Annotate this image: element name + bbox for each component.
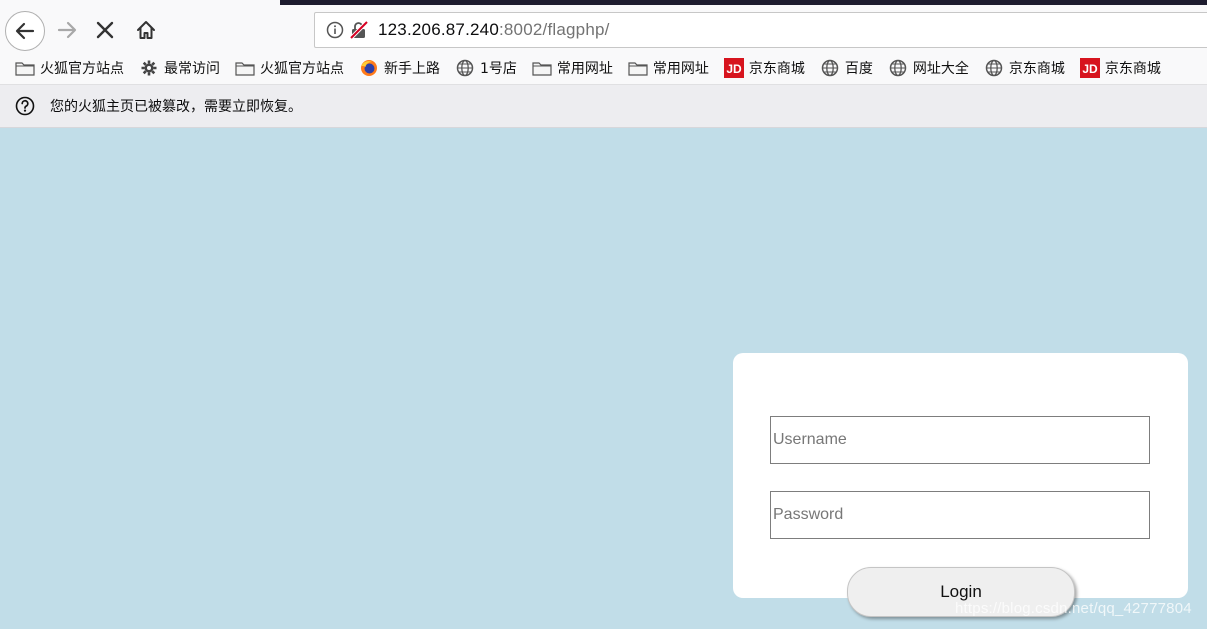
bookmark-item[interactable]: JD 京东商城	[1079, 56, 1161, 80]
url-host: 123.206.87.240	[378, 20, 499, 39]
watermark-text: https://blog.csdn.net/qq_42777804	[955, 600, 1192, 617]
jd-logo-text: JD	[726, 62, 742, 76]
bookmark-label: 常用网址	[556, 61, 613, 77]
home-button[interactable]	[130, 14, 162, 46]
bookmark-label: 新手上路	[384, 61, 440, 77]
close-icon	[96, 21, 114, 39]
stop-button[interactable]	[90, 14, 120, 46]
question-icon	[15, 96, 35, 116]
login-card	[733, 353, 1188, 598]
bookmark-item[interactable]: 火狐官方站点	[15, 56, 124, 80]
insecure-lock-icon[interactable]	[348, 20, 370, 40]
globe-icon	[455, 59, 475, 77]
info-icon[interactable]	[326, 21, 344, 39]
folder-icon	[235, 59, 255, 77]
home-icon	[137, 21, 155, 39]
bookmark-item[interactable]: JD 京东商城	[723, 56, 805, 80]
jd-logo-text: JD	[1082, 62, 1098, 76]
bookmark-item[interactable]: 常用网址	[532, 56, 613, 80]
folder-icon	[628, 59, 648, 77]
folder-icon	[15, 59, 35, 77]
bookmark-label: 京东商城	[1104, 61, 1161, 77]
notification-text: 您的火狐主页已被篡改，需要立即恢复。	[50, 99, 302, 115]
folder-icon	[532, 59, 552, 77]
bookmark-item[interactable]: 1号店	[455, 56, 517, 80]
globe-icon	[888, 59, 908, 77]
bookmark-label: 1号店	[480, 61, 517, 77]
bookmark-label: 火狐官方站点	[40, 61, 124, 77]
bookmark-label: 京东商城	[1008, 61, 1065, 77]
jd-icon: JD	[723, 58, 744, 78]
password-input[interactable]	[770, 491, 1150, 539]
url-text[interactable]: 123.206.87.240:8002/flagphp/	[378, 20, 610, 40]
arrow-left-icon	[15, 22, 35, 40]
bookmark-label: 网址大全	[912, 61, 969, 77]
bookmark-item[interactable]: 新手上路	[359, 56, 440, 80]
jd-icon: JD	[1079, 58, 1100, 78]
notification-bar: 您的火狐主页已被篡改，需要立即恢复。	[0, 84, 1207, 128]
bookmark-label: 常用网址	[652, 61, 709, 77]
bookmarks-toolbar: 火狐官方站点 最常访问 火狐官方站点 新手上路 1号店 常用网址 常用网址 JD…	[0, 55, 1207, 81]
back-button[interactable]	[5, 11, 45, 51]
bookmark-item[interactable]: 京东商城	[984, 56, 1065, 80]
bookmark-label: 最常访问	[164, 61, 220, 77]
bookmark-item[interactable]: 网址大全	[888, 56, 969, 80]
url-path: :8002/flagphp/	[498, 20, 610, 39]
titlebar-strip	[280, 0, 1207, 5]
bookmark-item[interactable]: 最常访问	[139, 56, 220, 80]
bookmark-item[interactable]: 百度	[820, 56, 873, 80]
gear-icon	[139, 59, 159, 77]
bookmark-label: 京东商城	[748, 61, 805, 77]
firefox-icon	[359, 59, 379, 77]
address-bar[interactable]: 123.206.87.240:8002/flagphp/	[314, 12, 1207, 48]
username-input[interactable]	[770, 416, 1150, 464]
bookmark-item[interactable]: 火狐官方站点	[235, 56, 344, 80]
forward-button[interactable]	[52, 14, 82, 46]
login-button-label: Login	[940, 582, 982, 601]
globe-icon	[984, 59, 1004, 77]
bookmark-item[interactable]: 常用网址	[628, 56, 709, 80]
arrow-right-icon	[57, 21, 77, 39]
bookmark-label: 火狐官方站点	[260, 61, 344, 77]
bookmark-label: 百度	[844, 61, 873, 77]
globe-icon	[820, 59, 840, 77]
